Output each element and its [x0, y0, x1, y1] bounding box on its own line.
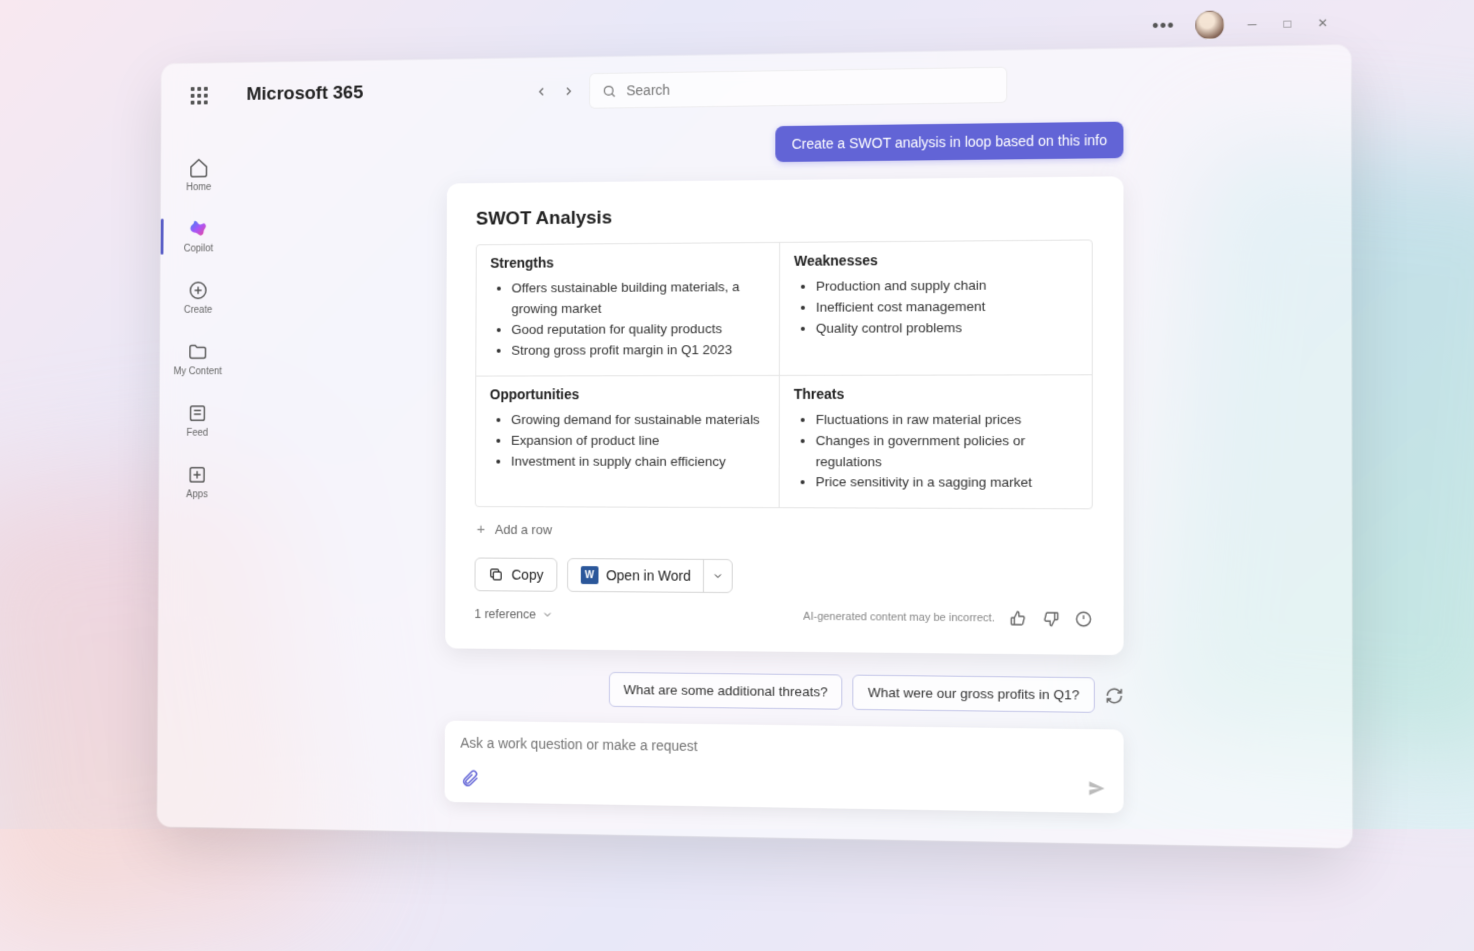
quadrant-heading: Strengths	[490, 253, 765, 271]
swot-grid: Strengths Offers sustainable building ma…	[475, 239, 1093, 509]
open-word-label: Open in Word	[606, 568, 691, 585]
apps-icon	[187, 464, 208, 486]
avatar[interactable]	[1195, 11, 1224, 40]
main-content: Create a SWOT analysis in loop based on …	[233, 45, 1352, 848]
refresh-icon[interactable]	[1105, 686, 1123, 705]
user-message-bubble: Create a SWOT analysis in loop based on …	[776, 122, 1124, 162]
add-row-label: Add a row	[495, 522, 552, 537]
feed-icon	[187, 403, 208, 424]
quadrant-heading: Weaknesses	[794, 251, 1077, 269]
copy-icon	[488, 567, 504, 583]
brand-title: Microsoft 365	[246, 83, 363, 106]
close-button[interactable]: ✕	[1315, 16, 1330, 31]
sidebar-item-apps[interactable]: Apps	[186, 462, 208, 502]
minimize-button[interactable]: ─	[1245, 17, 1260, 31]
sidebar-item-label: Feed	[187, 428, 209, 439]
home-icon	[188, 157, 209, 179]
swot-weaknesses-cell[interactable]: Weaknesses Production and supply chain I…	[780, 240, 1092, 375]
thumbs-up-icon[interactable]	[1009, 610, 1027, 628]
suggestion-row: What are some additional threats? What w…	[445, 670, 1124, 713]
chevron-down-icon	[712, 570, 724, 582]
swot-title: SWOT Analysis	[476, 203, 1093, 231]
swot-item: Expansion of product line	[511, 431, 765, 452]
swot-strengths-cell[interactable]: Strengths Offers sustainable building ma…	[476, 243, 780, 376]
forward-icon[interactable]	[562, 84, 576, 98]
quadrant-heading: Opportunities	[490, 386, 765, 402]
swot-item: Investment in supply chain efficiency	[511, 451, 765, 472]
response-card: SWOT Analysis Strengths Offers sustainab…	[445, 176, 1123, 655]
swot-opportunities-cell[interactable]: Opportunities Growing demand for sustain…	[476, 376, 780, 508]
suggestion-chip[interactable]: What are some additional threats?	[609, 672, 843, 710]
sidebar-item-mycontent[interactable]: My Content	[173, 339, 222, 379]
plus-icon: +	[477, 521, 486, 538]
more-icon[interactable]: •••	[1152, 15, 1175, 37]
copilot-icon	[188, 218, 209, 240]
sidebar-item-home[interactable]: Home	[186, 155, 211, 195]
search-box[interactable]	[589, 67, 1007, 109]
word-icon: W	[581, 566, 599, 584]
swot-item: Good reputation for quality products	[511, 319, 765, 341]
suggestion-chip[interactable]: What were our gross profits in Q1?	[853, 675, 1095, 713]
plus-circle-icon	[188, 280, 209, 302]
sidebar-item-label: Copilot	[184, 243, 213, 254]
sidebar: Home Copilot Create My Content	[157, 63, 237, 828]
swot-item: Growing demand for sustainable materials	[511, 410, 765, 431]
sidebar-item-label: Apps	[186, 489, 208, 500]
swot-item: Price sensitivity in a sagging market	[816, 473, 1078, 495]
copy-button[interactable]: Copy	[474, 558, 557, 592]
sidebar-item-feed[interactable]: Feed	[187, 401, 209, 441]
app-window: Microsoft 365 Home Copilot	[157, 45, 1352, 848]
reference-label: 1 reference	[474, 607, 536, 621]
composer-input[interactable]	[460, 735, 1107, 760]
swot-item: Strong gross profit margin in Q1 2023	[511, 340, 765, 362]
folder-icon	[187, 341, 208, 363]
swot-item: Inefficient cost management	[816, 296, 1078, 318]
open-in-word-button[interactable]: W Open in Word	[567, 558, 733, 593]
swot-threats-cell[interactable]: Threats Fluctuations in raw material pri…	[780, 375, 1092, 509]
sidebar-item-create[interactable]: Create	[184, 278, 213, 318]
back-icon[interactable]	[535, 85, 549, 99]
open-word-dropdown[interactable]	[703, 560, 732, 592]
composer[interactable]	[445, 721, 1124, 814]
sidebar-item-label: Create	[184, 305, 212, 316]
quadrant-heading: Threats	[794, 385, 1078, 401]
swot-item: Quality control problems	[816, 317, 1078, 339]
chevron-down-icon	[542, 609, 554, 621]
swot-item: Fluctuations in raw material prices	[816, 409, 1078, 430]
search-icon	[602, 83, 617, 98]
ai-disclaimer: AI-generated content may be incorrect.	[803, 611, 995, 625]
swot-item: Production and supply chain	[816, 275, 1078, 298]
search-input[interactable]	[626, 77, 994, 98]
app-launcher-icon[interactable]	[191, 87, 208, 105]
attach-icon[interactable]	[460, 769, 480, 789]
sidebar-item-label: Home	[186, 182, 211, 193]
topbar	[265, 62, 1319, 113]
thumbs-down-icon[interactable]	[1042, 610, 1060, 628]
report-icon[interactable]	[1074, 610, 1092, 628]
swot-item: Offers sustainable building materials, a…	[511, 277, 765, 320]
sidebar-item-copilot[interactable]: Copilot	[184, 216, 214, 256]
send-icon[interactable]	[1087, 778, 1108, 799]
copy-label: Copy	[511, 567, 543, 583]
add-row-button[interactable]: + Add a row	[475, 517, 1093, 545]
maximize-button[interactable]: □	[1280, 16, 1295, 31]
sidebar-item-label: My Content	[173, 366, 221, 377]
references-toggle[interactable]: 1 reference	[474, 607, 553, 622]
swot-item: Changes in government policies or regula…	[816, 431, 1078, 474]
